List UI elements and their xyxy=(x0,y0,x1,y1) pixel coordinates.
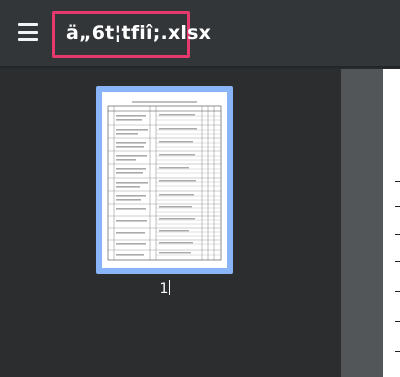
spreadsheet-preview xyxy=(102,92,227,268)
toolbar: ä„6t¦tfiî;.xlsx xyxy=(0,0,400,66)
table-line xyxy=(395,261,400,262)
table-line xyxy=(395,321,400,322)
table-line xyxy=(395,206,400,207)
table-line xyxy=(395,234,400,235)
page-thumbnail[interactable] xyxy=(102,92,227,268)
viewer-gutter xyxy=(341,69,383,377)
main-document-page[interactable] xyxy=(383,69,400,377)
document-title: ä„6t¦tfiî;.xlsx xyxy=(66,22,212,44)
table-line xyxy=(395,181,400,182)
menu-icon[interactable] xyxy=(18,23,38,41)
table-line xyxy=(395,291,400,292)
thumbnail-page-number: 1 xyxy=(155,280,175,297)
table-line xyxy=(395,351,400,352)
